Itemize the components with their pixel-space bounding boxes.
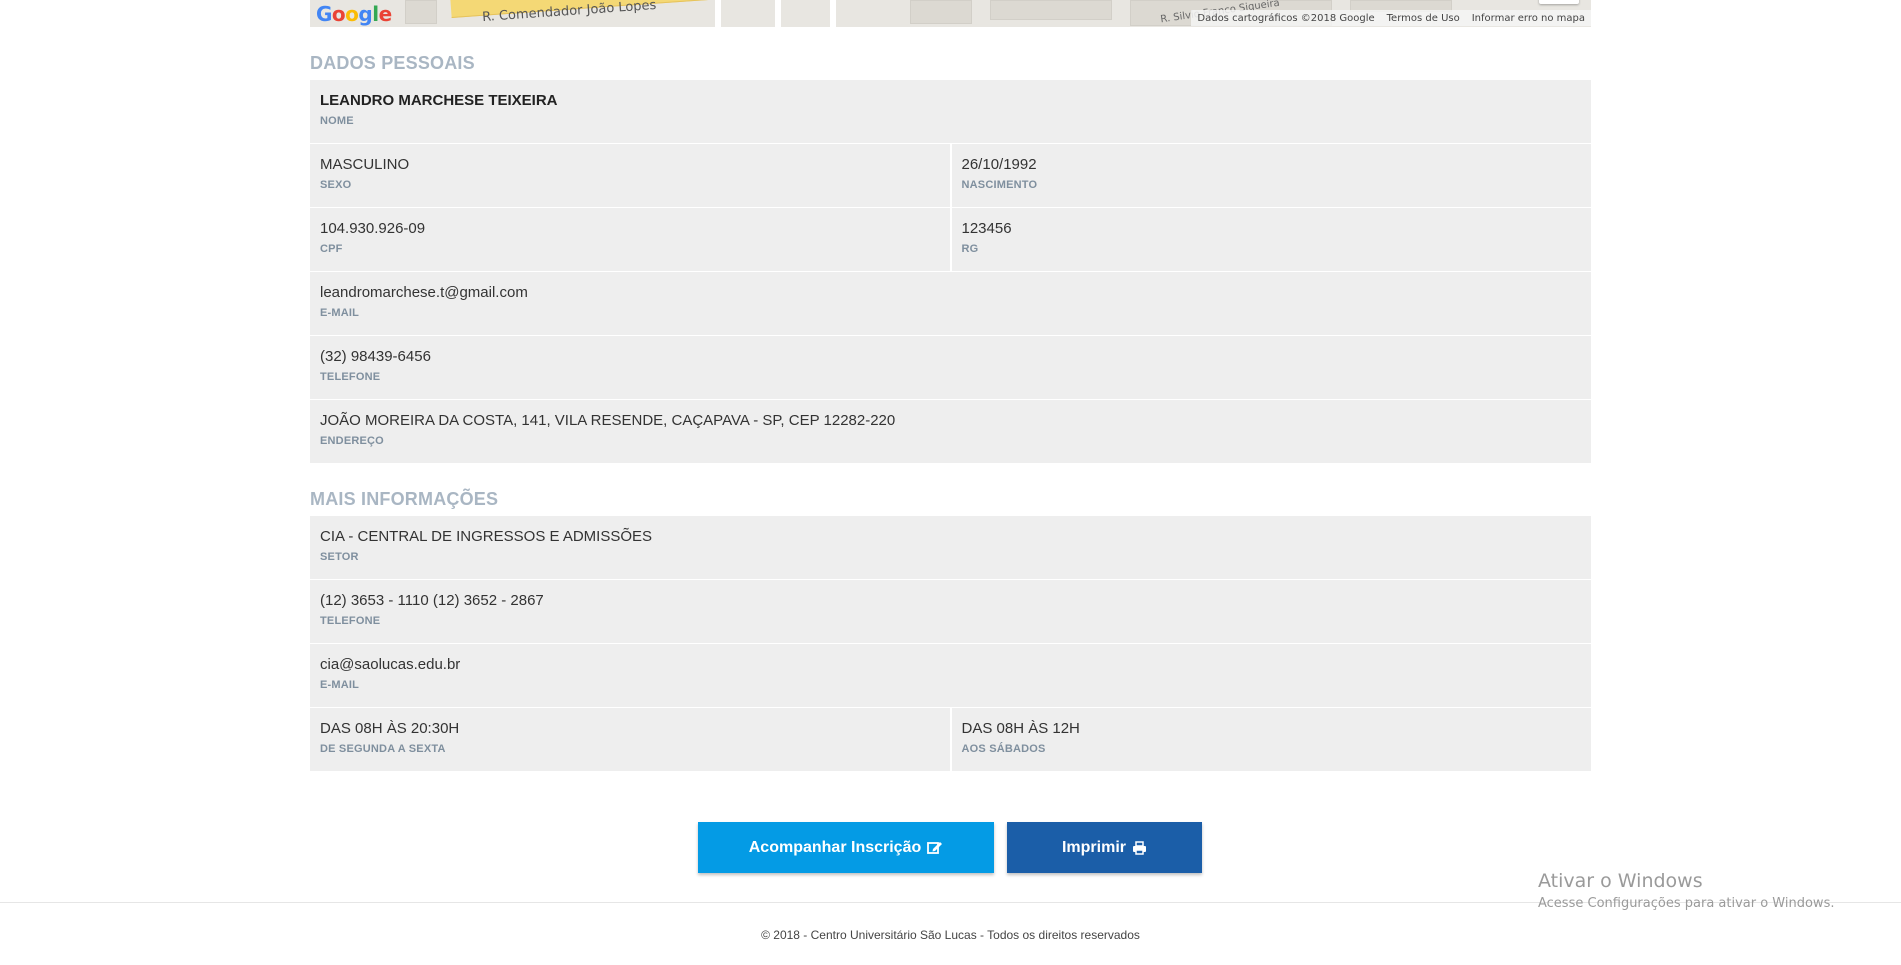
- field-rg: 123456 RG: [949, 208, 1592, 271]
- map-block: [910, 0, 972, 24]
- field-value: CIA - CENTRAL DE INGRESSOS E ADMISSÕES: [320, 528, 653, 545]
- field-label: AOS SÁBADOS: [961, 743, 1046, 755]
- field-cpf: 104.930.926-09 CPF: [310, 208, 950, 271]
- field-email: leandromarchese.t@gmail.com E-MAIL: [310, 272, 1591, 335]
- field-value: DAS 08H ÀS 20:30H: [320, 720, 460, 737]
- field-value: DAS 08H ÀS 12H: [961, 720, 1080, 737]
- field-value: (32) 98439-6456: [320, 348, 431, 365]
- info-row: leandromarchese.t@gmail.com E-MAIL: [310, 272, 1591, 336]
- map-block: [405, 0, 437, 24]
- field-email: cia@saolucas.edu.br E-MAIL: [310, 644, 1591, 707]
- field-label: TELEFONE: [320, 615, 381, 627]
- map-road: [775, 0, 781, 27]
- field-value: JOÃO MOREIRA DA COSTA, 141, VILA RESENDE…: [320, 412, 896, 429]
- field-label: TELEFONE: [320, 371, 381, 383]
- field-label: NASCIMENTO: [961, 179, 1038, 191]
- field-value: cia@saolucas.edu.br: [320, 656, 461, 673]
- section-title: MAIS INFORMAÇÕES: [310, 489, 499, 509]
- map-attribution: Dados cartográficos ©2018 Google Termos …: [1191, 10, 1591, 26]
- field-value: 104.930.926-09: [320, 220, 426, 237]
- field-value: (12) 3653 - 1110 (12) 3652 - 2867: [320, 592, 544, 609]
- print-icon: [1132, 840, 1147, 855]
- print-button[interactable]: Imprimir: [1007, 822, 1202, 873]
- watermark-subtitle: Acesse Configurações para ativar o Windo…: [1538, 896, 1835, 911]
- map-data-attribution: Dados cartográficos ©2018 Google: [1197, 12, 1375, 24]
- field-label: SEXO: [320, 179, 352, 191]
- field-nascimento: 26/10/1992 NASCIMENTO: [949, 144, 1592, 207]
- more-info-section: MAIS INFORMAÇÕES CIA - CENTRAL DE INGRES…: [310, 489, 1591, 771]
- field-value: 123456: [961, 220, 1012, 237]
- info-row: LEANDRO MARCHESE TEIXEIRA NOME: [310, 80, 1591, 144]
- map-terms-link[interactable]: Termos de Uso: [1387, 13, 1460, 24]
- footer-copyright: © 2018 - Centro Universitário São Lucas …: [761, 928, 1140, 942]
- google-logo[interactable]: Google: [316, 2, 392, 26]
- field-label: SETOR: [320, 551, 359, 563]
- map-report-link[interactable]: Informar erro no mapa: [1472, 13, 1585, 24]
- field-value: LEANDRO MARCHESE TEIXEIRA: [320, 92, 558, 109]
- field-telefone: (12) 3653 - 1110 (12) 3652 - 2867 TELEFO…: [310, 580, 1591, 643]
- field-label: DE SEGUNDA A SEXTA: [320, 743, 446, 755]
- field-label: CPF: [320, 243, 343, 255]
- info-row: CIA - CENTRAL DE INGRESSOS E ADMISSÕES S…: [310, 516, 1591, 580]
- section-title: DADOS PESSOAIS: [310, 53, 475, 73]
- info-row: cia@saolucas.edu.br E-MAIL: [310, 644, 1591, 708]
- field-value: leandromarchese.t@gmail.com: [320, 284, 528, 301]
- field-sexo: MASCULINO SEXO: [310, 144, 950, 207]
- edit-icon: [927, 840, 943, 855]
- info-row: (12) 3653 - 1110 (12) 3652 - 2867 TELEFO…: [310, 580, 1591, 644]
- personal-data-section: DADOS PESSOAIS LEANDRO MARCHESE TEIXEIRA…: [310, 53, 1591, 463]
- personal-data-card: LEANDRO MARCHESE TEIXEIRA NOME MASCULINO…: [310, 80, 1591, 463]
- field-label: RG: [961, 243, 979, 255]
- field-nome: LEANDRO MARCHESE TEIXEIRA NOME: [310, 80, 1591, 143]
- more-info-card: CIA - CENTRAL DE INGRESSOS E ADMISSÕES S…: [310, 516, 1591, 771]
- field-value: MASCULINO: [320, 156, 410, 173]
- track-enrollment-label: Acompanhar Inscrição: [748, 838, 922, 856]
- info-row: MASCULINO SEXO 26/10/1992 NASCIMENTO: [310, 144, 1591, 208]
- info-row: DAS 08H ÀS 20:30H DE SEGUNDA A SEXTA DAS…: [310, 708, 1591, 771]
- map-road: [715, 0, 721, 27]
- field-label: E-MAIL: [320, 307, 360, 319]
- watermark-title: Ativar o Windows: [1538, 870, 1703, 892]
- print-label: Imprimir: [1061, 838, 1126, 856]
- location-map[interactable]: R. Comendador João Lopes R. Silvio Franc…: [310, 0, 1591, 27]
- field-endereco: JOÃO MOREIRA DA COSTA, 141, VILA RESENDE…: [310, 400, 1591, 463]
- info-row: 104.930.926-09 CPF 123456 RG: [310, 208, 1591, 272]
- field-label: NOME: [320, 115, 354, 127]
- field-telefone: (32) 98439-6456 TELEFONE: [310, 336, 1591, 399]
- field-label: E-MAIL: [320, 679, 360, 691]
- field-label: ENDEREÇO: [320, 435, 384, 447]
- field-value: 26/10/1992: [961, 156, 1037, 173]
- track-enrollment-button[interactable]: Acompanhar Inscrição: [698, 822, 994, 873]
- windows-activation-watermark: Ativar o Windows Acesse Configurações pa…: [1538, 870, 1834, 911]
- info-row: (32) 98439-6456 TELEFONE: [310, 336, 1591, 400]
- map-zoom-control[interactable]: [1539, 0, 1579, 4]
- map-block: [990, 0, 1112, 20]
- info-row: JOÃO MOREIRA DA COSTA, 141, VILA RESENDE…: [310, 400, 1591, 463]
- field-horario-sabado: DAS 08H ÀS 12H AOS SÁBADOS: [949, 708, 1592, 771]
- field-horario-semana: DAS 08H ÀS 20:30H DE SEGUNDA A SEXTA: [310, 708, 950, 771]
- map-road: [830, 0, 836, 27]
- field-setor: CIA - CENTRAL DE INGRESSOS E ADMISSÕES S…: [310, 516, 1591, 579]
